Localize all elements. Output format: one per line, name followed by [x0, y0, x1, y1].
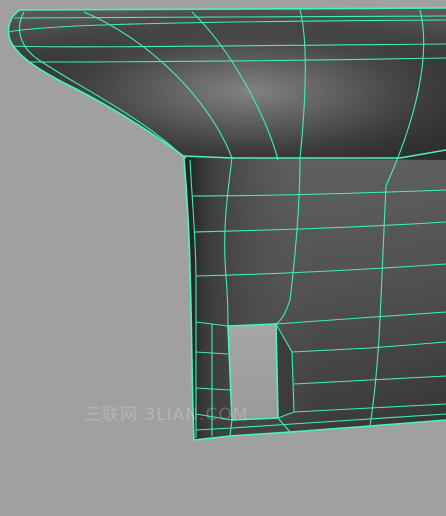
mesh-upper-cap[interactable]	[8, 8, 446, 160]
mesh-canvas[interactable]	[0, 0, 446, 516]
mesh-hole	[228, 324, 278, 420]
mesh-lower-body[interactable]	[184, 158, 446, 440]
modeling-viewport[interactable]: 三联网 3LIAN.COM	[0, 0, 446, 516]
